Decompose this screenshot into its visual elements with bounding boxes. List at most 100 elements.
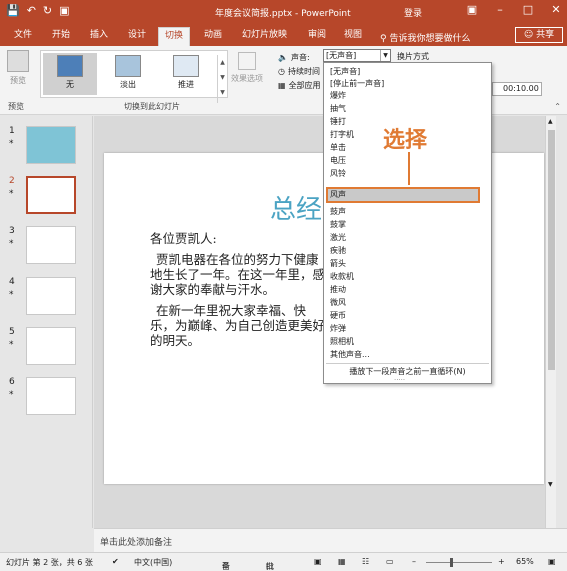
slide-sorter-icon[interactable]: ▦ [338,557,346,566]
maximize-icon[interactable]: □ [521,3,535,16]
slide-thumb-4[interactable]: 4 * [0,277,93,325]
duration-row: ◷ 持续时间 [278,66,320,76]
tab-insert[interactable]: 插入 [84,28,114,46]
transition-fade-icon [115,55,141,77]
slide-title[interactable]: 总经 [270,189,322,226]
apply-all-button[interactable]: ▦ 全部应用 [278,78,321,92]
after-time-input[interactable]: 00:10.00 [492,82,542,96]
slide-thumb-3[interactable]: 3 * [0,226,93,274]
title-bar: 💾 ↶ ↻ ▣ 年度会议简报.pptx - PowerPoint 登录 ▣ – … [0,0,567,24]
collapse-ribbon-icon[interactable]: ⌃ [554,102,561,111]
effect-options-icon [238,52,256,70]
sound-option[interactable]: 微风 [328,297,487,308]
slide-body[interactable]: 各位贾凯人: 贾凯电器在各位的努力下健康地生长了一年。在这一年里，感谢大家的奉献… [150,231,330,354]
present-icon[interactable]: ▣ [59,4,69,18]
transition-push[interactable]: 推进 [159,53,213,95]
preview-icon [7,50,29,72]
slide-thumb-1[interactable]: 1 * [0,126,93,174]
sound-option[interactable]: 激光 [328,232,487,243]
gallery-scroll[interactable]: ▲ ▼ ▼ [217,55,227,103]
slide-thumb-image [26,226,76,264]
language-status[interactable]: 中文(中国) [134,557,172,568]
sound-option[interactable]: 爆炸 [328,90,487,101]
sound-option[interactable]: [无声音] [328,66,487,77]
close-icon[interactable]: ✕ [549,3,563,16]
clock-icon: ◷ [278,66,285,76]
save-icon[interactable]: 💾 [6,4,20,18]
preview-button[interactable]: 预览 [4,50,32,86]
sound-row: 🔈 声音: [278,52,310,62]
tell-me-search[interactable]: ⚲ 告诉我你想要做什么 [380,31,470,44]
sound-option[interactable]: 炸弹 [328,323,487,334]
zoom-slider-knob[interactable] [450,558,453,567]
timing-group: 🔈 声音: ◷ 持续时间 ▦ 全部应用 [278,50,321,92]
transition-push-icon [173,55,199,77]
tab-design[interactable]: 设计 [122,28,152,46]
sound-option[interactable]: 鼓声 [328,206,487,217]
sound-select[interactable]: [无声音] ▼ [323,49,391,62]
sound-option-highlighted[interactable]: 风声 [326,187,480,203]
slide-thumb-image [26,126,76,164]
ribbon-display-icon[interactable]: ▣ [465,3,479,16]
undo-icon[interactable]: ↶ [27,4,36,18]
sound-option[interactable]: 抽气 [328,103,487,114]
slide-thumb-6[interactable]: 6 * [0,377,93,425]
transition-gallery: 无 淡出 推进 ▲ ▼ ▼ [40,50,228,103]
notes-pane[interactable]: 单击此处添加备注 [94,528,567,552]
resize-grip-icon[interactable]: ····· [394,376,405,384]
loop-until-next-option[interactable]: 播放下一段声音之前一直循环(N) [326,365,489,379]
zoom-level[interactable]: 65% [516,557,534,566]
sound-option[interactable]: 鼓掌 [328,219,487,230]
redo-icon[interactable]: ↻ [43,4,52,18]
sound-option[interactable]: 箭头 [328,258,487,269]
slideshow-icon[interactable]: ▭ [386,557,394,566]
tab-review[interactable]: 审阅 [302,28,332,46]
sound-option-more[interactable]: 其他声音... [328,349,487,360]
document-title: 年度会议简报.pptx - PowerPoint [215,9,351,19]
scroll-thumb[interactable] [548,130,555,370]
chevron-down-icon[interactable]: ▼ [380,50,390,61]
callout-label: 选择 [383,128,428,153]
scroll-down-icon[interactable]: ▼ [548,481,553,488]
callout-line [408,152,410,185]
zoom-out-icon[interactable]: – [412,557,416,566]
notes-placeholder: 单击此处添加备注 [100,538,173,548]
ribbon-tabs: 文件 开始 插入 设计 切换 动画 幻灯片放映 审阅 视图 ⚲ 告诉我你想要做什… [0,24,567,46]
tab-slideshow[interactable]: 幻灯片放映 [236,28,293,46]
slide-paragraph-2: 在新一年里祝大家幸福、快乐，为巅峰、为自己创造更美好的明天。 [150,303,326,348]
reading-view-icon[interactable]: ☷ [362,557,369,566]
effect-options-button[interactable]: 效果选项 [230,52,264,84]
slide-thumb-image [26,327,76,365]
scroll-up-icon[interactable]: ▲ [548,118,553,125]
zoom-in-icon[interactable]: + [498,557,505,566]
tab-transitions[interactable]: 切换 [158,27,191,46]
minimize-icon[interactable]: – [493,3,507,16]
normal-view-icon[interactable]: ▣ [314,557,322,566]
transition-none[interactable]: 无 [43,53,97,95]
tab-home[interactable]: 开始 [46,28,76,46]
slide-thumb-5[interactable]: 5 * [0,327,93,375]
spellcheck-icon[interactable]: ✔ [112,557,119,566]
vertical-scrollbar[interactable]: ▲ ▼ [545,116,556,528]
quick-access-toolbar: 💾 ↶ ↻ ▣ [6,4,70,18]
login-link[interactable]: 登录 [404,6,422,19]
transition-fade[interactable]: 淡出 [101,53,155,95]
zoom-slider[interactable] [426,562,492,563]
tab-animations[interactable]: 动画 [198,28,228,46]
sound-option[interactable]: 推动 [328,284,487,295]
fit-to-window-icon[interactable]: ▣ [548,557,556,566]
sound-option[interactable]: 硬币 [328,310,487,321]
slide-thumb-2[interactable]: 2 * [0,176,93,224]
dropdown-separator [326,363,489,364]
tab-view[interactable]: 视图 [338,28,368,46]
speaker-icon: 🔈 [278,52,288,62]
apply-all-icon: ▦ [278,80,286,90]
slide-thumb-image [26,277,76,315]
tab-file[interactable]: 文件 [8,28,38,46]
sound-option[interactable]: [停止前一声音] [328,78,487,89]
sound-option[interactable]: 收款机 [328,271,487,282]
share-button[interactable]: ☺ 共享 [515,27,563,43]
switch-mode-label: 换片方式 [397,52,429,61]
sound-option[interactable]: 照相机 [328,336,487,347]
sound-option[interactable]: 疾驰 [328,245,487,256]
